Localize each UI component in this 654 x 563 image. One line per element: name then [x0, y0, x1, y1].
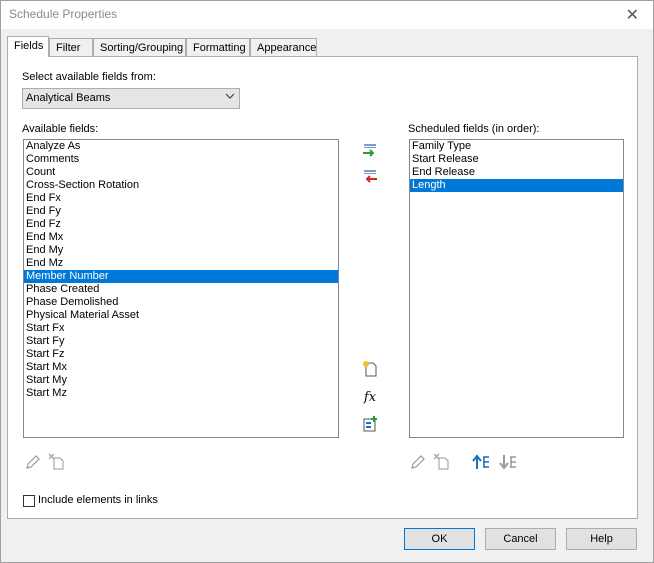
include-links-checkbox[interactable] [23, 495, 35, 507]
window-title: Schedule Properties [9, 7, 118, 21]
list-item[interactable]: Start Mx [24, 361, 338, 374]
include-links-label: Include elements in links [38, 494, 158, 506]
delete-icon[interactable] [48, 453, 66, 471]
tab-formatting[interactable]: Formatting [186, 38, 250, 56]
add-parameter-icon[interactable] [361, 142, 379, 160]
title-bar: Schedule Properties ✕ [1, 1, 653, 29]
list-item[interactable]: Count [24, 166, 338, 179]
tab-fields[interactable]: Fields [7, 36, 49, 57]
help-button[interactable]: Help [566, 528, 637, 550]
tab-appearance[interactable]: Appearance [250, 38, 317, 56]
list-item[interactable]: Start Fy [24, 335, 338, 348]
pencil-icon[interactable] [24, 453, 42, 471]
delete-icon[interactable] [433, 453, 451, 471]
schedule-properties-dialog: Schedule Properties ✕ Fields Filter Sort… [0, 0, 654, 563]
list-item[interactable]: Family Type [410, 140, 623, 153]
list-item[interactable]: Phase Created [24, 283, 338, 296]
select-from-label: Select available fields from: [22, 71, 156, 83]
fx-icon[interactable]: fx [361, 388, 379, 406]
list-item[interactable]: Member Number [24, 270, 338, 283]
list-item[interactable]: End Fy [24, 205, 338, 218]
scheduled-fields-label: Scheduled fields (in order): [408, 123, 540, 135]
fields-panel: Select available fields from: Analytical… [7, 56, 638, 519]
list-item[interactable]: Start Fx [24, 322, 338, 335]
list-item[interactable]: End Fx [24, 192, 338, 205]
tab-filter[interactable]: Filter [49, 38, 93, 56]
pencil-icon[interactable] [409, 453, 427, 471]
list-item[interactable]: End Fz [24, 218, 338, 231]
list-item[interactable]: Comments [24, 153, 338, 166]
list-item[interactable]: Start Release [410, 153, 623, 166]
new-parameter-icon[interactable] [361, 360, 379, 378]
ok-button[interactable]: OK [404, 528, 475, 550]
tab-sorting-grouping[interactable]: Sorting/Grouping [93, 38, 186, 56]
list-item[interactable]: End Release [410, 166, 623, 179]
chevron-down-icon [225, 91, 235, 104]
category-dropdown-value: Analytical Beams [26, 92, 111, 104]
combine-parameters-icon[interactable] [361, 415, 379, 433]
list-item[interactable]: Start Fz [24, 348, 338, 361]
list-item[interactable]: Physical Material Asset [24, 309, 338, 322]
category-dropdown[interactable]: Analytical Beams [22, 88, 240, 109]
move-down-icon[interactable] [499, 453, 517, 471]
list-item[interactable]: Analyze As [24, 140, 338, 153]
list-item[interactable]: Start My [24, 374, 338, 387]
available-fields-list[interactable]: Analyze As Comments Count Cross-Section Rot… [23, 139, 339, 438]
cancel-button[interactable]: Cancel [485, 528, 556, 550]
available-fields-label: Available fields: [22, 123, 99, 135]
list-item[interactable]: End Mx [24, 231, 338, 244]
list-item[interactable]: End Mz [24, 257, 338, 270]
move-up-icon[interactable] [472, 453, 490, 471]
scheduled-fields-list[interactable]: Family Type Start Release End Release Lengt… [409, 139, 624, 438]
list-item[interactable]: Phase Demolished [24, 296, 338, 309]
list-item[interactable]: Length [410, 179, 623, 192]
remove-parameter-icon[interactable] [361, 168, 379, 186]
list-item[interactable]: Cross-Section Rotation [24, 179, 338, 192]
list-item[interactable]: End My [24, 244, 338, 257]
list-item[interactable]: Start Mz [24, 387, 338, 400]
close-icon[interactable]: ✕ [626, 5, 639, 25]
